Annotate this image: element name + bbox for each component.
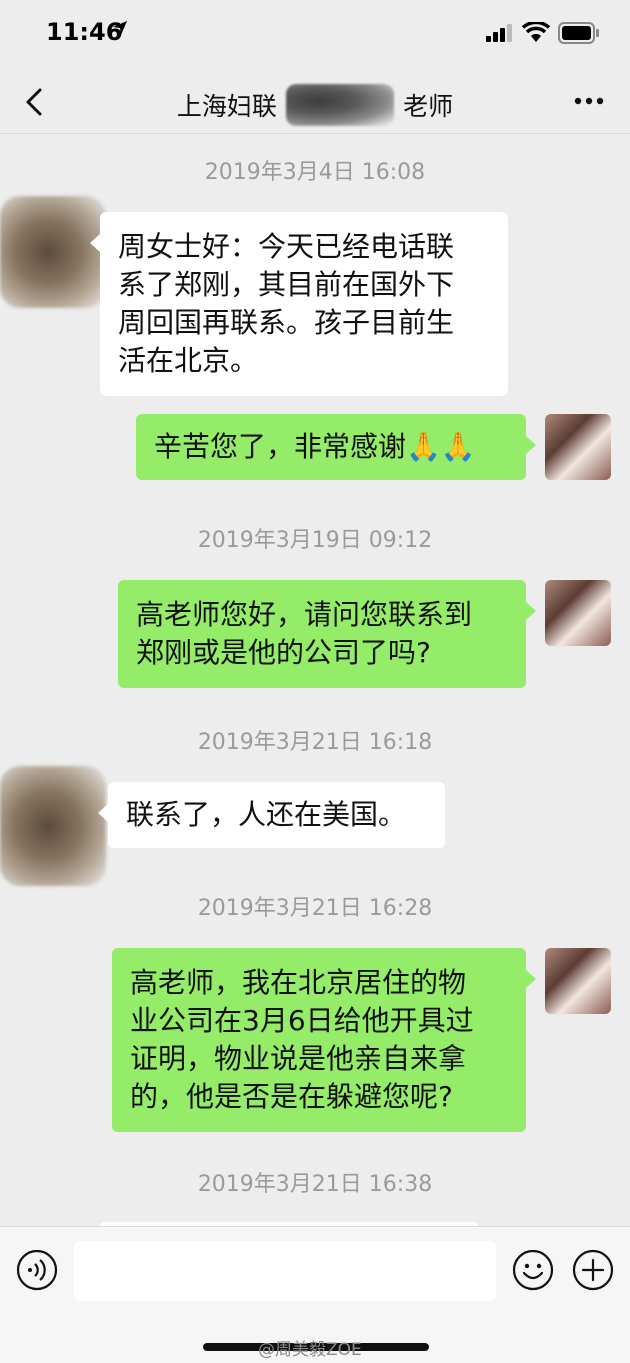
contact-avatar[interactable] [0, 196, 106, 308]
status-bar: 11:46 [0, 0, 630, 70]
message-line: 高老师您好，请问您联系到 [136, 598, 473, 631]
message-timestamp: 2019年3月21日 16:18 [197, 730, 433, 755]
voice-icon[interactable] [16, 1249, 58, 1291]
emoji-icon[interactable] [512, 1249, 554, 1291]
message-text: 辛苦您了，非常感谢🙏🙏 [154, 430, 476, 463]
watermark: @周美毅ZOE [258, 1340, 362, 1360]
outgoing-message-bubble[interactable]: 高老师，我在北京居住的物 业公司在3月6日给他开具过 证明，物业说是他亲自来拿 … [112, 948, 536, 1132]
message-line: 业公司在3月6日给他开具过 [130, 1004, 474, 1037]
input-bar: @周美毅ZOE [0, 1226, 630, 1363]
incoming-message-bubble[interactable]: 联系了，人还在美国。 [98, 782, 445, 848]
chat-title-right: 老师 [403, 92, 454, 121]
message-line: 系了郑刚，其目前在国外下 [118, 268, 455, 301]
location-arrow-icon [113, 21, 127, 35]
more-dots-icon[interactable] [574, 97, 604, 105]
battery-icon [558, 22, 599, 44]
message-line: 周回国再联系。孩子目前生 [118, 306, 455, 339]
self-avatar[interactable] [545, 948, 611, 1014]
message-line: 周女士好：今天已经电话联 [118, 230, 455, 263]
outgoing-message-bubble[interactable]: 辛苦您了，非常感谢🙏🙏 [136, 414, 536, 480]
message-line: 高老师，我在北京居住的物 [130, 966, 467, 999]
plus-icon[interactable] [572, 1249, 614, 1291]
contact-avatar[interactable] [0, 766, 106, 886]
cellular-signal-icon [486, 24, 512, 42]
wifi-icon [522, 22, 550, 42]
message-line: 证明，物业说是他亲自来拿 [130, 1042, 467, 1075]
message-timestamp: 2019年3月21日 16:28 [197, 896, 433, 921]
message-text: 联系了，人还在美国。 [126, 798, 407, 831]
incoming-message-bubble[interactable]: 周女士好：今天已经电话联 系了郑刚，其目前在国外下 周回国再联系。孩子目前生 活… [90, 212, 508, 396]
chat-title: 上海妇联 老师 [0, 84, 630, 126]
message-timestamp: 2019年3月19日 09:12 [197, 528, 433, 553]
self-avatar[interactable] [545, 414, 611, 480]
chat-title-left: 上海妇联 [176, 92, 277, 121]
outgoing-message-bubble[interactable]: 高老师您好，请问您联系到 郑刚或是他的公司了吗? [118, 580, 536, 688]
self-avatar[interactable] [545, 580, 611, 646]
message-timestamp: 2019年3月4日 16:08 [204, 160, 426, 185]
message-line: 的，他是否是在躲避您呢? [130, 1080, 453, 1113]
message-timestamp: 2019年3月21日 16:38 [197, 1172, 433, 1197]
message-line: 活在北京。 [118, 344, 259, 377]
message-line: 郑刚或是他的公司了吗? [136, 636, 431, 669]
title-redaction [286, 84, 394, 126]
status-time: 11:46 [46, 18, 123, 46]
message-input[interactable] [74, 1241, 496, 1301]
nav-bar: 上海妇联 老师 [0, 70, 630, 134]
